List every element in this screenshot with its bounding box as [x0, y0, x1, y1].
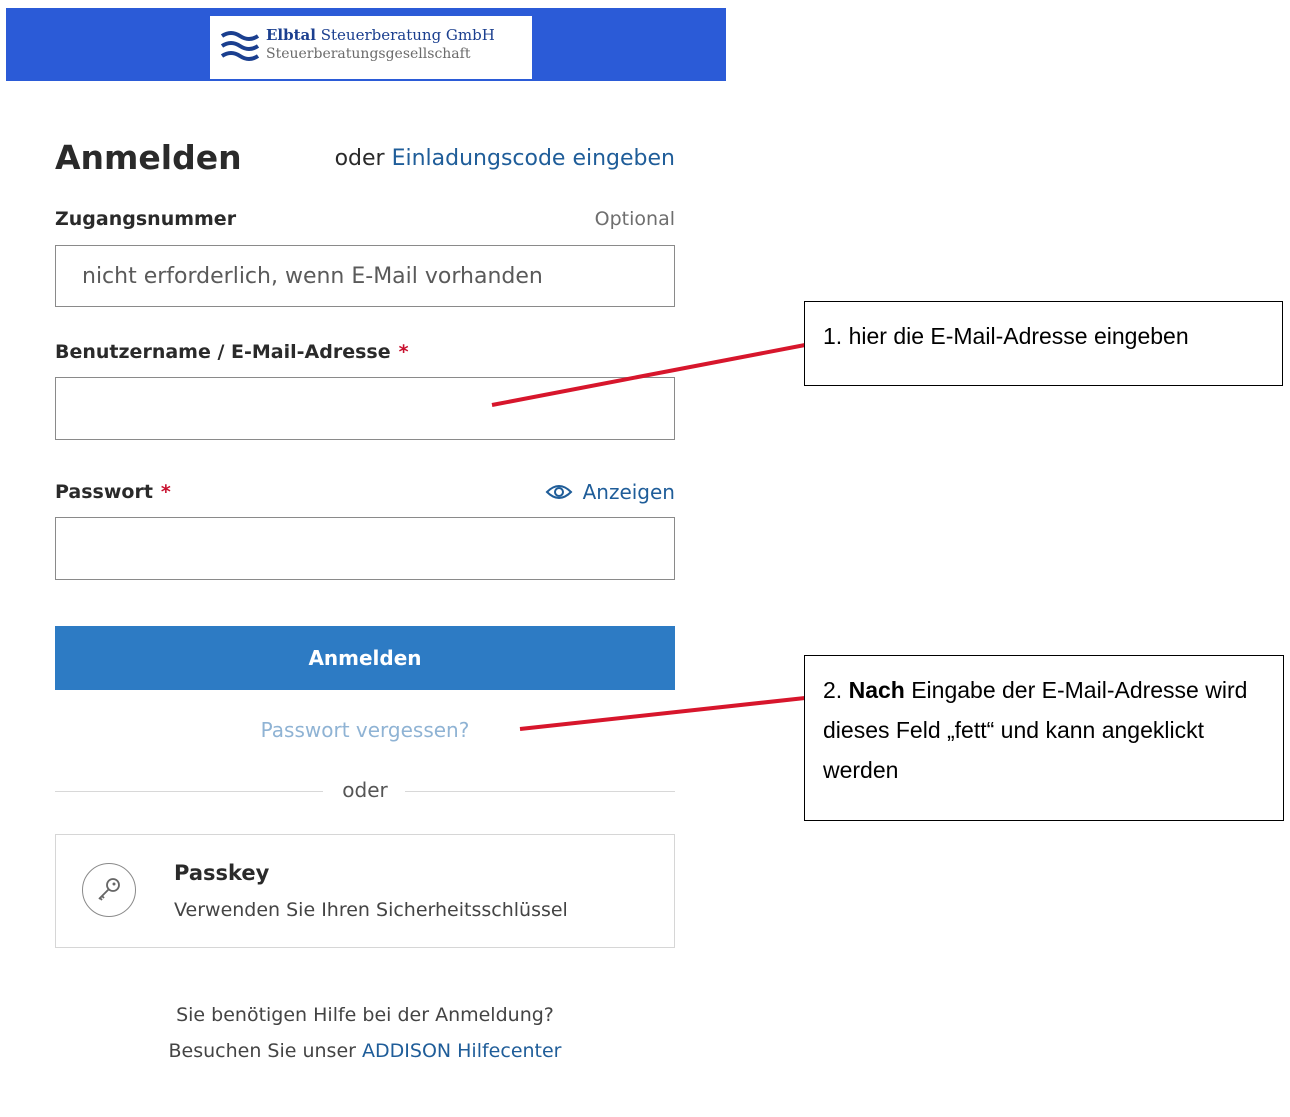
callout-1-text: 1. hier die E-Mail-Adresse eingeben [823, 323, 1189, 349]
callout-2-number: 2. [823, 677, 849, 703]
arrow-line-2 [519, 696, 806, 731]
callout-email-hint: 1. hier die E-Mail-Adresse eingeben [804, 301, 1283, 386]
callout-button-hint: 2. Nach Eingabe der E-Mail-Adresse wird … [804, 655, 1284, 821]
callout-2-bold: Nach [848, 677, 905, 703]
annotation-arrows [491, 343, 806, 731]
arrow-line-1 [491, 343, 806, 407]
